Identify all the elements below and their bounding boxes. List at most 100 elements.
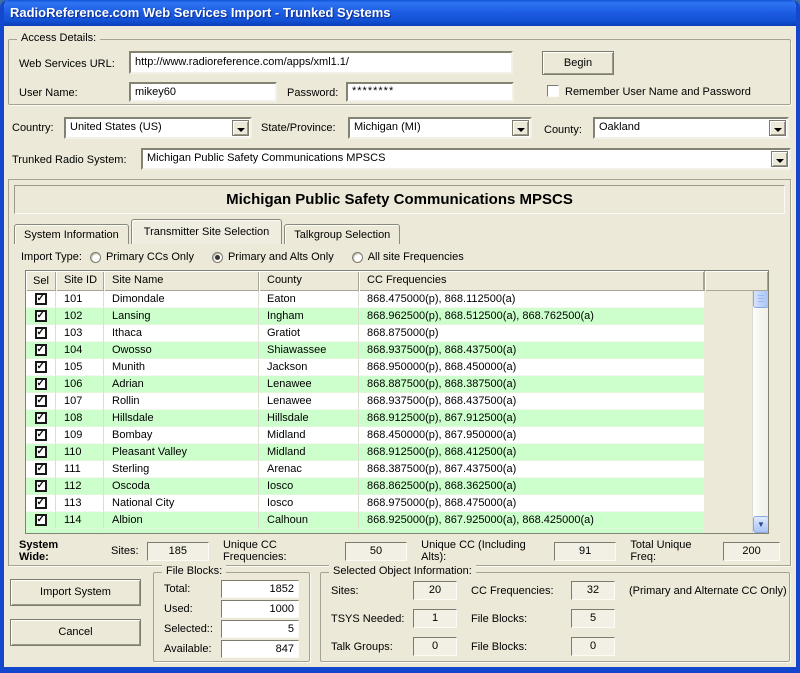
table-row[interactable]: ✓ 111 Sterling Arenac 868.387500(p), 867…: [26, 461, 704, 478]
url-input[interactable]: http://www.radioreference.com/apps/xml1.…: [129, 51, 513, 74]
table-row[interactable]: ✓ 103 Ithaca Gratiot 868.875000(p): [26, 325, 704, 342]
column-header-sel[interactable]: Sel: [26, 271, 56, 291]
scrollbar-thumb[interactable]: [753, 289, 769, 308]
file-blocks-label: File Blocks:: [162, 565, 226, 577]
site-id-cell: 103: [56, 325, 104, 342]
row-select-checkbox[interactable]: ✓: [35, 463, 47, 475]
username-label: User Name:: [19, 87, 78, 99]
row-select-checkbox[interactable]: ✓: [35, 480, 47, 492]
cc-frequencies-cell: 868.912500(p), 867.912500(a): [359, 410, 704, 427]
fb-selected-value: 5: [221, 620, 299, 638]
si-fb2-value: 0: [571, 637, 615, 656]
table-row[interactable]: ✓ 102 Lansing Ingham 868.962500(p), 868.…: [26, 308, 704, 325]
si-tg-label: Talk Groups:: [331, 641, 413, 653]
county-combo[interactable]: Oakland: [593, 117, 789, 139]
chevron-down-icon: [237, 128, 245, 136]
import-system-button[interactable]: Import System: [10, 579, 141, 606]
site-name-cell: Rollin: [104, 393, 259, 410]
remember-checkbox[interactable]: [547, 85, 559, 97]
sw-sites-value: 185: [147, 542, 209, 561]
county-cell: Arenac: [259, 461, 359, 478]
begin-button[interactable]: Begin: [542, 51, 614, 75]
trunked-system-dropdown-button[interactable]: [771, 151, 788, 167]
si-fb1-label: File Blocks:: [471, 613, 563, 625]
row-select-checkbox[interactable]: ✓: [35, 310, 47, 322]
table-row[interactable]: ✓ 113 National City Iosco 868.975000(p),…: [26, 495, 704, 512]
column-header-site-name[interactable]: Site Name: [104, 271, 259, 291]
column-header-cc-frequencies[interactable]: CC Frequencies: [359, 271, 704, 291]
row-select-checkbox[interactable]: ✓: [35, 395, 47, 407]
table-row[interactable]: ✓ 107 Rollin Lenawee 868.937500(p), 868.…: [26, 393, 704, 410]
cc-frequencies-cell: 868.475000(p), 868.112500(a): [359, 291, 704, 308]
cc-frequencies-cell: 868.387500(p), 867.437500(a): [359, 461, 704, 478]
radio-all-site-frequencies[interactable]: [352, 252, 363, 263]
county-cell: Midland: [259, 427, 359, 444]
cc-frequencies-cell: 868.975000(p), 868.475000(a): [359, 495, 704, 512]
row-select-checkbox[interactable]: ✓: [35, 327, 47, 339]
country-label: Country:: [12, 122, 54, 134]
tab-talkgroup-selection[interactable]: Talkgroup Selection: [284, 224, 400, 244]
state-dropdown-button[interactable]: [512, 120, 529, 136]
state-combo[interactable]: Michigan (MI): [348, 117, 532, 139]
site-id-cell: 114: [56, 512, 104, 529]
vertical-scrollbar[interactable]: ▲ ▼: [752, 271, 768, 533]
selected-object-info-group: Selected Object Information: Sites: 20 C…: [320, 572, 790, 662]
country-combo[interactable]: United States (US): [64, 117, 252, 139]
si-note: (Primary and Alternate CC Only): [629, 585, 787, 597]
cancel-button[interactable]: Cancel: [10, 619, 141, 646]
tab-transmitter-site-selection[interactable]: Transmitter Site Selection: [131, 219, 283, 244]
table-row[interactable]: ✓ 104 Owosso Shiawassee 868.937500(p), 8…: [26, 342, 704, 359]
site-id-cell: 111: [56, 461, 104, 478]
si-cc-label: CC Frequencies:: [471, 585, 563, 597]
si-tsys-value: 1: [413, 609, 457, 628]
table-row[interactable]: ✓ 106 Adrian Lenawee 868.887500(p), 868.…: [26, 376, 704, 393]
column-header-filler: [704, 271, 768, 291]
country-dropdown-button[interactable]: [232, 120, 249, 136]
row-select-checkbox[interactable]: ✓: [35, 293, 47, 305]
radio-primary-and-alts-only-label: Primary and Alts Only: [228, 251, 334, 263]
title-bar[interactable]: RadioReference.com Web Services Import -…: [0, 0, 800, 26]
table-row[interactable]: ✓ 108 Hillsdale Hillsdale 868.912500(p),…: [26, 410, 704, 427]
county-cell: Shiawassee: [259, 342, 359, 359]
radio-primary-and-alts-only[interactable]: [212, 252, 223, 263]
row-select-checkbox[interactable]: ✓: [35, 429, 47, 441]
site-id-cell: 105: [56, 359, 104, 376]
chevron-down-icon: ▼: [757, 520, 765, 529]
county-dropdown-button[interactable]: [769, 120, 786, 136]
site-name-cell: Albion: [104, 512, 259, 529]
app-window: RadioReference.com Web Services Import -…: [0, 0, 800, 673]
table-row[interactable]: ✓ 112 Oscoda Iosco 868.862500(p), 868.36…: [26, 478, 704, 495]
table-row[interactable]: ✓ 101 Dimondale Eaton 868.475000(p), 868…: [26, 291, 704, 308]
row-select-checkbox[interactable]: ✓: [35, 412, 47, 424]
tab-system-information[interactable]: System Information: [14, 224, 129, 244]
radio-primary-ccs-only[interactable]: [90, 252, 101, 263]
password-input[interactable]: ********: [346, 82, 514, 102]
site-name-cell: Oscoda: [104, 478, 259, 495]
column-header-county[interactable]: County: [259, 271, 359, 291]
site-id-cell: 113: [56, 495, 104, 512]
sw-total-unique-label: Total Unique Freq:: [630, 539, 715, 563]
county-cell: Jackson: [259, 359, 359, 376]
table-row[interactable]: ✓ 114 Albion Calhoun 868.925000(p), 867.…: [26, 512, 704, 529]
row-select-checkbox[interactable]: ✓: [35, 514, 47, 526]
trunked-system-combo[interactable]: Michigan Public Safety Communications MP…: [141, 148, 791, 170]
fb-used-value: 1000: [221, 600, 299, 618]
import-type-row: Import Type: Primary CCs Only Primary an…: [21, 250, 482, 264]
site-table-header: Sel Site ID Site Name County CC Frequenc…: [26, 271, 768, 291]
row-select-checkbox[interactable]: ✓: [35, 497, 47, 509]
username-input[interactable]: mikey60: [129, 82, 277, 102]
row-select-checkbox[interactable]: ✓: [35, 344, 47, 356]
site-name-cell: Owosso: [104, 342, 259, 359]
table-row[interactable]: ✓ 105 Munith Jackson 868.950000(p), 868.…: [26, 359, 704, 376]
table-row[interactable]: ✓ 109 Bombay Midland 868.450000(p), 867.…: [26, 427, 704, 444]
column-header-site-id[interactable]: Site ID: [56, 271, 104, 291]
system-header: Michigan Public Safety Communications MP…: [14, 185, 785, 214]
si-sites-value: 20: [413, 581, 457, 600]
row-select-checkbox[interactable]: ✓: [35, 378, 47, 390]
row-select-checkbox[interactable]: ✓: [35, 361, 47, 373]
table-row[interactable]: ✓ 110 Pleasant Valley Midland 868.912500…: [26, 444, 704, 461]
cc-frequencies-cell: 868.862500(p), 868.362500(a): [359, 478, 704, 495]
scrollbar-down-button[interactable]: ▼: [753, 516, 769, 533]
row-select-checkbox[interactable]: ✓: [35, 446, 47, 458]
site-name-cell: Sterling: [104, 461, 259, 478]
